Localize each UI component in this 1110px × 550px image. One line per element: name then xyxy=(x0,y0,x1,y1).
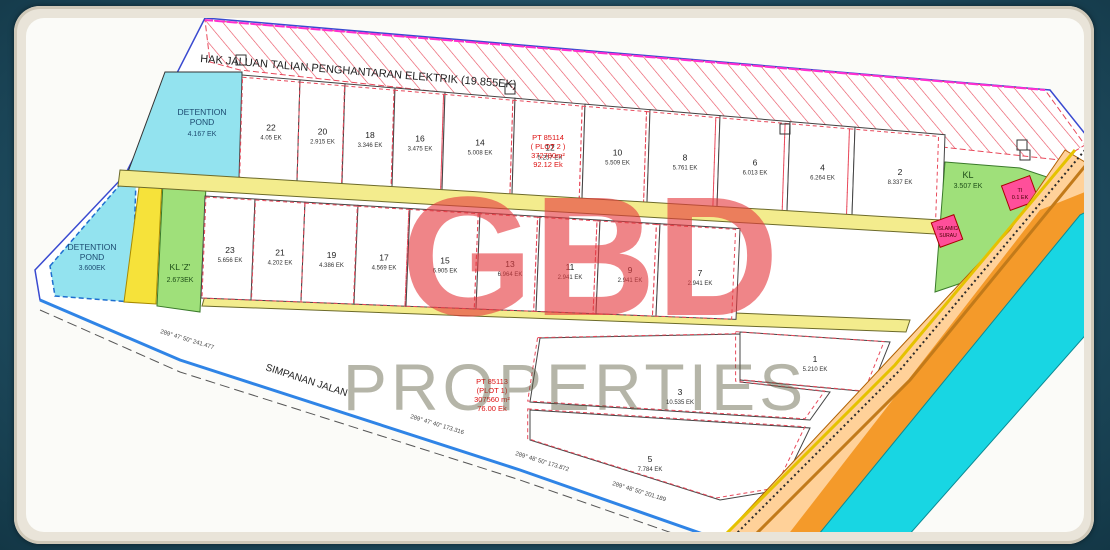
svg-text:DETENTION: DETENTION xyxy=(67,242,116,252)
lot-number: 17 xyxy=(379,253,389,263)
svg-text:0.1 EK: 0.1 EK xyxy=(1012,195,1029,201)
lot-number: 22 xyxy=(266,123,276,133)
lot-area: 6.264 EK xyxy=(810,176,835,182)
lot-number: 21 xyxy=(275,248,285,258)
lot-number: 20 xyxy=(318,127,328,137)
svg-text:3.600EK: 3.600EK xyxy=(79,265,106,272)
lot-area: 4.569 EK xyxy=(372,266,397,272)
open-space-kl-z xyxy=(156,181,207,313)
lot-number: 19 xyxy=(327,250,337,260)
svg-text:4.167 EK: 4.167 EK xyxy=(188,131,217,138)
lot-area: 3.475 EK xyxy=(408,147,433,153)
lot-23[interactable]: 23 5.656 EK xyxy=(200,195,256,301)
lot-number: 2 xyxy=(898,167,903,177)
svg-text:2.673EK: 2.673EK xyxy=(167,277,194,284)
lot-area: 8.337 EK xyxy=(888,180,913,186)
lot-22[interactable]: 22 4.05 EK xyxy=(238,74,301,184)
lot-area: 7.784 EK xyxy=(638,467,663,473)
lot-area: 4.202 EK xyxy=(268,261,293,267)
detention-pond-1 xyxy=(127,71,243,179)
svg-text:( PLOT 2 ): ( PLOT 2 ) xyxy=(531,142,566,151)
lot-number: 4 xyxy=(820,163,825,173)
surau-label: ISLAMIC/ SURAU xyxy=(937,226,959,239)
watermark-logo: GBD xyxy=(401,162,779,352)
lot-area: 4.05 EK xyxy=(260,136,281,142)
svg-text:TI: TI xyxy=(1018,188,1023,194)
site-plan-screen: 22 4.05 EK 20 2.915 EK 18 3.346 EK 16 3.475 EK 1… xyxy=(0,0,1110,550)
lot-2[interactable]: 2 8.337 EK xyxy=(845,126,946,223)
svg-text:372780m²: 372780m² xyxy=(531,151,565,160)
svg-text:PT 85114: PT 85114 xyxy=(532,133,564,142)
watermark-text: PROPERTIES xyxy=(343,350,807,424)
lot-number: 14 xyxy=(475,137,485,147)
lot-number: 16 xyxy=(415,134,425,144)
svg-text:POND: POND xyxy=(190,117,215,127)
lot-area: 3.346 EK xyxy=(358,143,383,149)
lot-number: 10 xyxy=(613,148,623,158)
lot-area: 5.008 EK xyxy=(468,150,493,156)
lot-number: 1 xyxy=(813,354,818,364)
lot-number: 5 xyxy=(648,454,653,464)
svg-text:KL 'Z': KL 'Z' xyxy=(170,262,191,272)
lot-18[interactable]: 18 3.346 EK xyxy=(341,83,396,189)
lot-number: 8 xyxy=(683,152,688,162)
svg-text:SURAU: SURAU xyxy=(939,233,957,239)
lot-number: 18 xyxy=(365,130,375,140)
svg-text:POND: POND xyxy=(80,252,105,262)
svg-text:ISLAMIC/: ISLAMIC/ xyxy=(937,226,959,232)
lot-4[interactable]: 4 6.264 EK xyxy=(781,121,856,217)
lot-21[interactable]: 21 4.202 EK xyxy=(250,198,306,303)
site-plan-map[interactable]: 224.05 EK202.915 EK183.346 EK163.475 EK1… xyxy=(0,0,1110,550)
lot-area: 4.386 EK xyxy=(319,263,344,269)
lot-number: 23 xyxy=(225,245,235,255)
svg-text:3.507 EK: 3.507 EK xyxy=(954,183,983,190)
lot-19[interactable]: 19 4.386 EK xyxy=(300,201,359,305)
svg-text:KL: KL xyxy=(962,170,973,180)
lot-area: 2.915 EK xyxy=(310,140,335,146)
lot-area: 5.656 EK xyxy=(218,258,243,264)
lot-20[interactable]: 20 2.915 EK xyxy=(296,79,346,186)
svg-text:DETENTION: DETENTION xyxy=(177,107,226,117)
